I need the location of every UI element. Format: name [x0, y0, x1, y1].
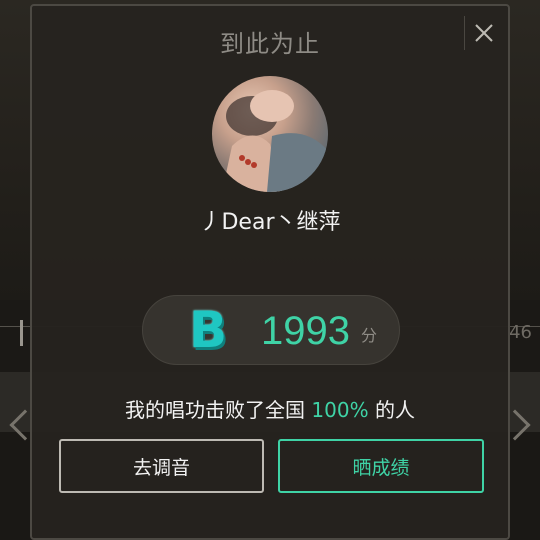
user-name: 丿Dear丶继萍	[199, 210, 341, 235]
background-number: 46	[509, 322, 532, 343]
share-score-button[interactable]: 晒成绩	[278, 439, 484, 493]
close-icon	[474, 23, 494, 43]
score-panel: B 1993 分	[142, 295, 400, 365]
beat-suffix: 的人	[374, 398, 415, 422]
grade-badge: B	[189, 301, 228, 359]
beat-statement: 我的唱功击败了全国 100% 的人	[32, 394, 508, 423]
tune-button[interactable]: 去调音	[59, 439, 264, 493]
user-avatar	[212, 76, 328, 192]
score-value: 1993	[261, 309, 350, 353]
beat-prefix: 我的唱功击败了全国	[125, 398, 306, 422]
result-dialog: 到此为止 丿Dear丶继萍 B 1993 分 我的唱功击败了全国 100% 的人	[30, 4, 510, 540]
score-unit: 分	[361, 326, 378, 345]
close-button[interactable]	[464, 16, 502, 50]
background-progress-marker	[20, 320, 23, 346]
dialog-title: 到此为止	[220, 30, 320, 58]
beat-percent: 100%	[311, 398, 369, 422]
